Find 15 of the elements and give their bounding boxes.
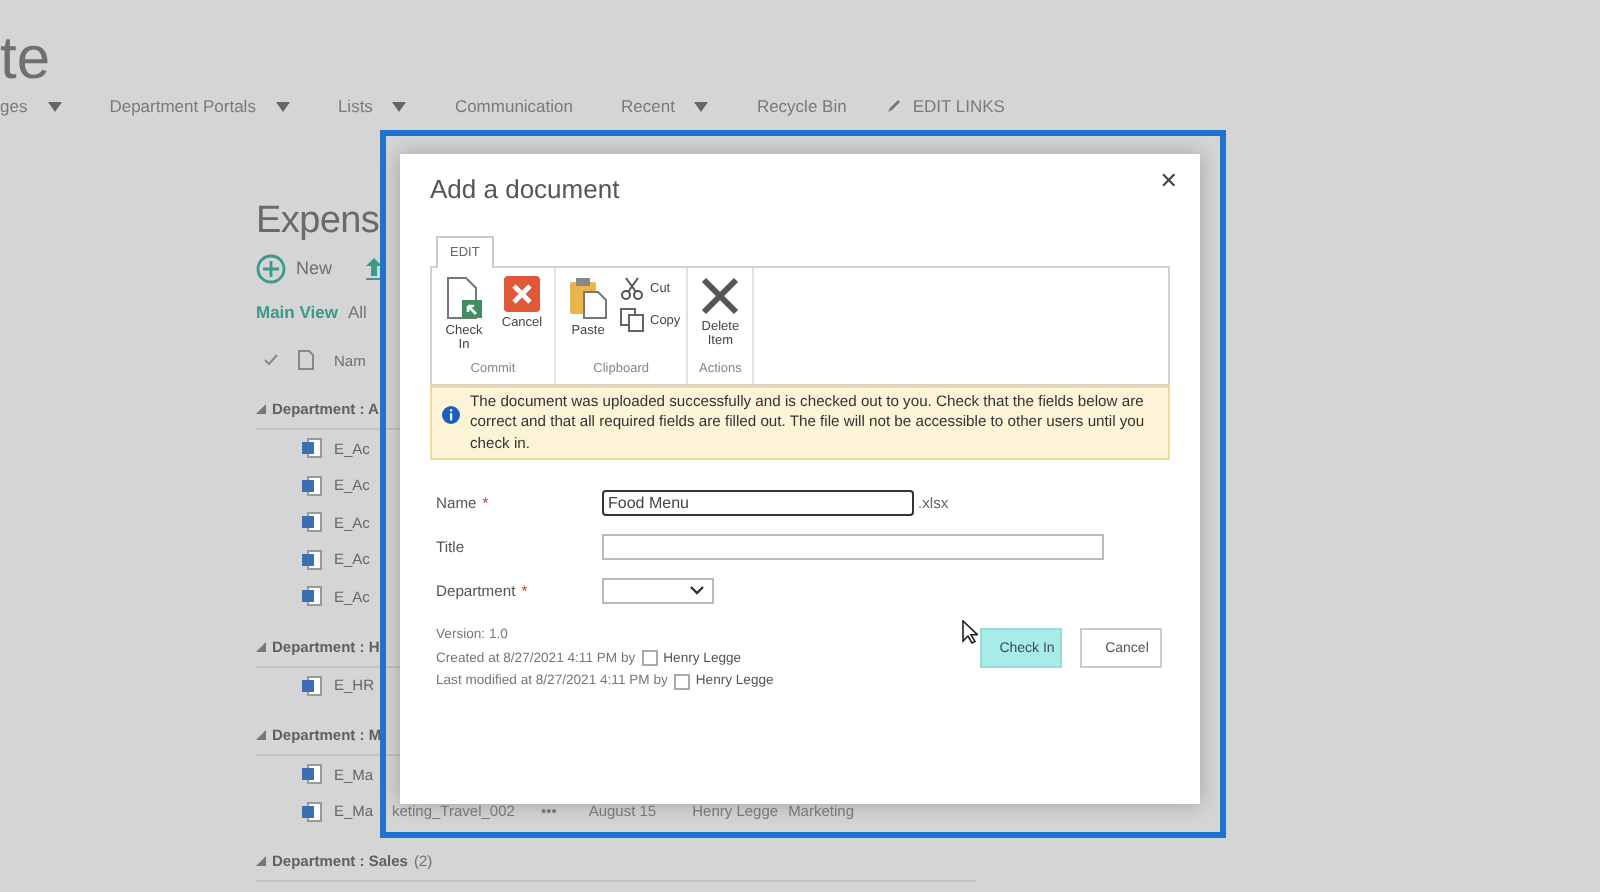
edit-links-link[interactable]: EDIT LINKS: [912, 96, 1005, 116]
text-field[interactable]: Food Menu: [602, 489, 914, 516]
view-tab[interactable]: All: [347, 302, 367, 322]
close-button[interactable]: ✕: [1155, 168, 1182, 194]
nav-link[interactable]: Recycle Bin: [756, 96, 847, 116]
dialog-title: Add a document: [430, 174, 620, 204]
nav-link[interactable]: ges: [0, 96, 28, 116]
nav-link[interactable]: Department Portals: [109, 96, 256, 116]
site-title: te: [0, 28, 51, 92]
nav-link[interactable]: Communication: [454, 96, 573, 116]
new-command[interactable]: New: [296, 258, 333, 278]
nav-link[interactable]: Recent: [621, 96, 675, 116]
nav-link[interactable]: Lists: [337, 96, 373, 116]
view-tab[interactable]: Main View: [256, 302, 338, 322]
library-title: Expens: [256, 198, 380, 246]
